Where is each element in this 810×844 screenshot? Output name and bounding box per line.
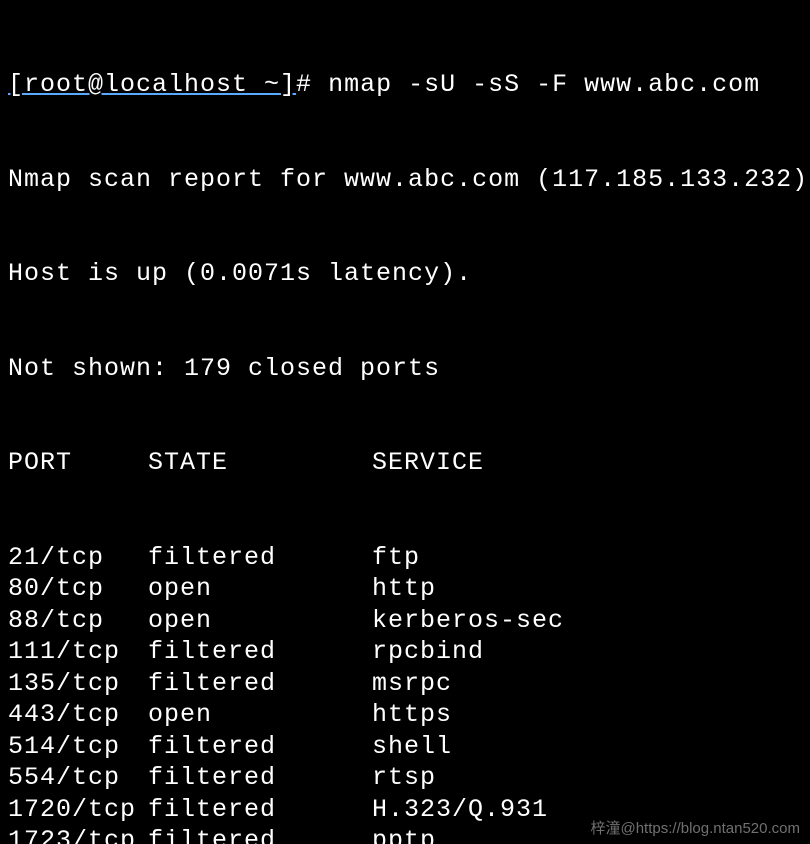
state-cell: filtered	[148, 825, 372, 844]
port-cell: 514/tcp	[8, 731, 148, 763]
table-row: 80/tcpopenhttp	[8, 573, 802, 605]
table-row: 514/tcpfilteredshell	[8, 731, 802, 763]
service-cell: https	[372, 699, 452, 731]
port-table-body: 21/tcpfilteredftp80/tcpopenhttp88/tcpope…	[8, 542, 802, 844]
port-cell: 80/tcp	[8, 573, 148, 605]
service-cell: H.323/Q.931	[372, 794, 548, 826]
report-line: Host is up (0.0071s latency).	[8, 258, 802, 290]
port-cell: 111/tcp	[8, 636, 148, 668]
state-cell: open	[148, 699, 372, 731]
command-text: nmap -sU -sS -F www.abc.com	[328, 70, 760, 99]
report-line: Not shown: 179 closed ports	[8, 353, 802, 385]
header-state: STATE	[148, 447, 372, 479]
terminal-output: [root@localhost ~]# nmap -sU -sS -F www.…	[0, 0, 810, 844]
state-cell: filtered	[148, 762, 372, 794]
table-row: 88/tcpopenkerberos-sec	[8, 605, 802, 637]
prompt-line[interactable]: [root@localhost ~]# nmap -sU -sS -F www.…	[8, 69, 802, 101]
table-row: 443/tcpopenhttps	[8, 699, 802, 731]
prompt-hash: #	[296, 70, 312, 99]
header-service: SERVICE	[372, 447, 484, 479]
service-cell: rtsp	[372, 762, 436, 794]
table-row: 135/tcpfilteredmsrpc	[8, 668, 802, 700]
table-row: 21/tcpfilteredftp	[8, 542, 802, 574]
port-cell: 554/tcp	[8, 762, 148, 794]
state-cell: filtered	[148, 542, 372, 574]
state-cell: filtered	[148, 731, 372, 763]
port-cell: 135/tcp	[8, 668, 148, 700]
report-line: Nmap scan report for www.abc.com (117.18…	[8, 164, 802, 196]
state-cell: filtered	[148, 794, 372, 826]
service-cell: ftp	[372, 542, 420, 574]
state-cell: filtered	[148, 668, 372, 700]
service-cell: rpcbind	[372, 636, 484, 668]
state-cell: filtered	[148, 636, 372, 668]
service-cell: shell	[372, 731, 452, 763]
table-row: 554/tcpfilteredrtsp	[8, 762, 802, 794]
service-cell: http	[372, 573, 436, 605]
header-port: PORT	[8, 447, 148, 479]
state-cell: open	[148, 573, 372, 605]
service-cell: pptp	[372, 825, 436, 844]
table-header: PORTSTATESERVICE	[8, 447, 802, 479]
service-cell: kerberos-sec	[372, 605, 564, 637]
service-cell: msrpc	[372, 668, 452, 700]
port-cell: 1723/tcp	[8, 825, 148, 844]
port-cell: 21/tcp	[8, 542, 148, 574]
port-cell: 88/tcp	[8, 605, 148, 637]
prompt-user-host: [root@localhost ~]	[8, 70, 296, 99]
table-row: 111/tcpfilteredrpcbind	[8, 636, 802, 668]
port-cell: 443/tcp	[8, 699, 148, 731]
state-cell: open	[148, 605, 372, 637]
port-cell: 1720/tcp	[8, 794, 148, 826]
watermark-text: 梓潼@https://blog.ntan520.com	[590, 817, 800, 838]
